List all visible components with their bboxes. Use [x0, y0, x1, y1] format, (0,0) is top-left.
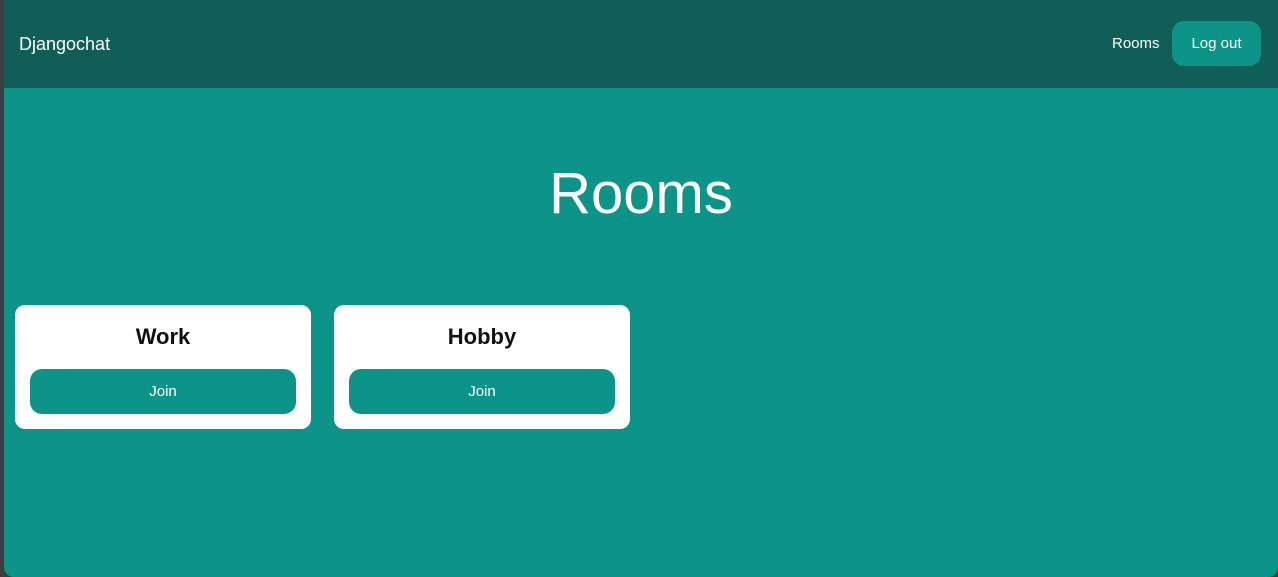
browser-viewport: Djangochat Rooms Log out Rooms Work Join…	[4, 0, 1278, 577]
navbar: Djangochat Rooms Log out	[4, 0, 1278, 88]
rooms-grid: Work Join Hobby Join	[15, 305, 630, 429]
join-work-button[interactable]: Join	[30, 369, 296, 414]
brand-logo[interactable]: Djangochat	[19, 31, 110, 57]
room-card-work: Work Join	[15, 305, 311, 429]
join-hobby-button[interactable]: Join	[349, 369, 615, 414]
room-name: Hobby	[447, 324, 517, 349]
room-card-hobby: Hobby Join	[334, 305, 630, 429]
logout-button[interactable]: Log out	[1172, 21, 1261, 66]
page-title: Rooms	[549, 161, 733, 226]
nav-link-rooms[interactable]: Rooms	[1112, 34, 1160, 54]
room-name: Work	[135, 324, 191, 349]
